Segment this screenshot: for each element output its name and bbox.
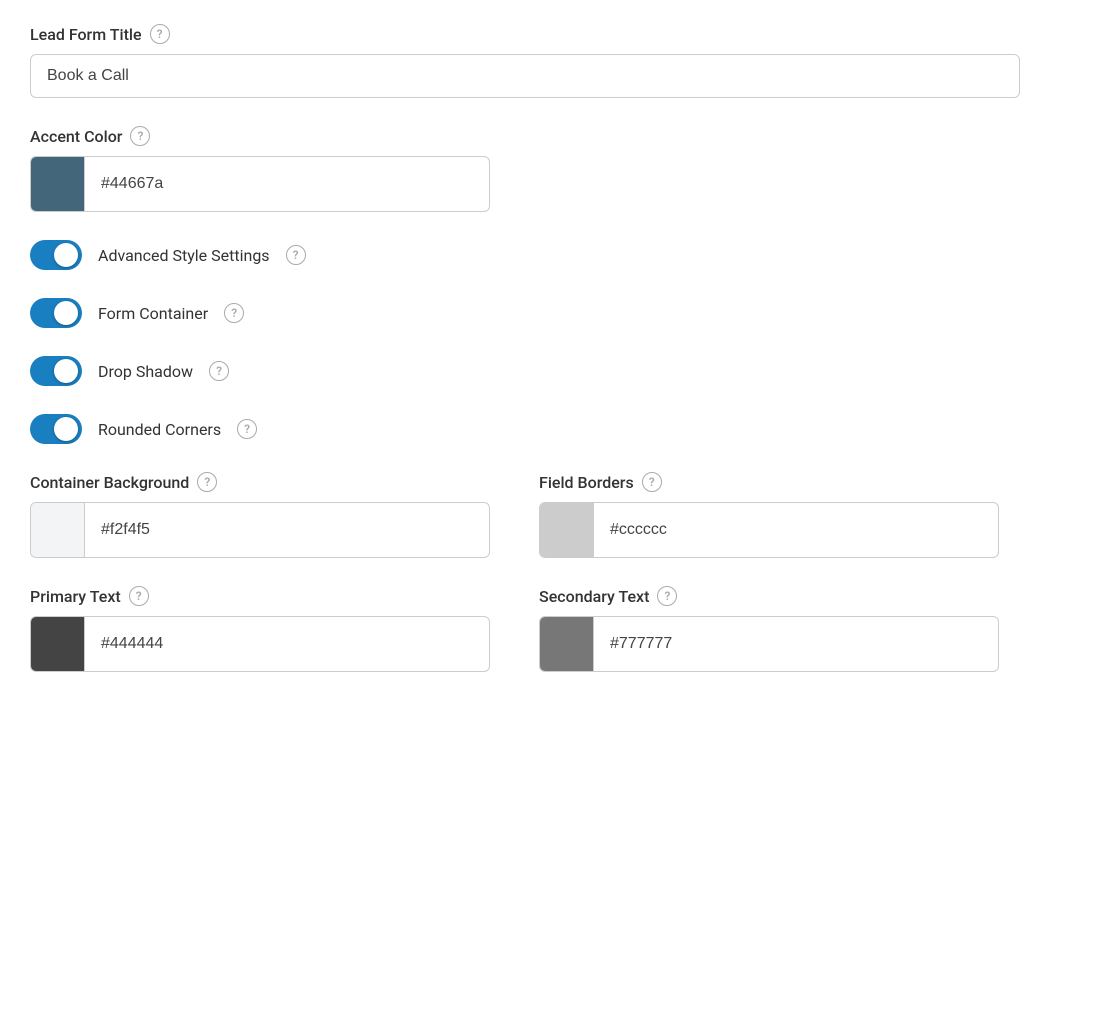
container-background-label-text: Container Background [30,473,189,492]
toggle-row-form-container: Form Container ? [30,298,1086,328]
container-background-label: Container Background ? [30,472,511,492]
lead-form-title-label-text: Lead Form Title [30,25,142,44]
field-borders-label: Field Borders ? [539,472,1020,492]
secondary-text-label-text: Secondary Text [539,587,649,606]
accent-color-help-icon[interactable]: ? [130,126,150,146]
toggle-rounded-corners-thumb [54,417,78,441]
toggle-drop-shadow-track[interactable] [30,356,82,386]
text-colors-row: Primary Text ? Secondary Text ? [30,586,1020,672]
field-borders-input-wrapper [539,502,999,558]
field-borders-help-icon[interactable]: ? [642,472,662,492]
primary-text-swatch[interactable] [31,617,85,671]
toggle-advanced-style-label: Advanced Style Settings [98,246,270,265]
toggle-advanced-style[interactable] [30,240,82,270]
lead-form-title-section: Lead Form Title ? [30,24,1086,98]
toggle-form-container-label: Form Container [98,304,208,323]
accent-color-label-text: Accent Color [30,127,122,146]
accent-color-input-wrapper [30,156,490,212]
toggles-section: Advanced Style Settings ? Form Container… [30,240,1086,444]
secondary-text-section: Secondary Text ? [539,586,1020,672]
lead-form-title-label: Lead Form Title ? [30,24,1086,44]
toggle-advanced-style-track[interactable] [30,240,82,270]
container-background-help-icon[interactable]: ? [197,472,217,492]
toggle-form-container[interactable] [30,298,82,328]
container-background-swatch[interactable] [31,503,85,557]
toggle-rounded-corners-track[interactable] [30,414,82,444]
accent-color-label: Accent Color ? [30,126,1086,146]
container-background-section: Container Background ? [30,472,511,558]
toggle-row-advanced-style: Advanced Style Settings ? [30,240,1086,270]
primary-text-input-wrapper [30,616,490,672]
field-borders-swatch[interactable] [540,503,594,557]
secondary-text-input-wrapper [539,616,999,672]
secondary-text-swatch[interactable] [540,617,594,671]
form-container-help-icon[interactable]: ? [224,303,244,323]
accent-color-swatch[interactable] [31,157,85,211]
toggle-form-container-track[interactable] [30,298,82,328]
advanced-style-help-icon[interactable]: ? [286,245,306,265]
field-borders-label-text: Field Borders [539,473,634,492]
primary-text-label-text: Primary Text [30,587,121,606]
container-background-text-input[interactable] [85,509,489,551]
toggle-rounded-corners-label: Rounded Corners [98,420,221,439]
accent-color-text-input[interactable] [85,163,489,205]
secondary-text-help-icon[interactable]: ? [657,586,677,606]
toggle-drop-shadow[interactable] [30,356,82,386]
spacer [30,558,1086,586]
container-background-input-wrapper [30,502,490,558]
field-borders-section: Field Borders ? [539,472,1020,558]
primary-text-label: Primary Text ? [30,586,511,606]
primary-text-help-icon[interactable]: ? [129,586,149,606]
toggle-form-container-thumb [54,301,78,325]
toggle-row-rounded-corners: Rounded Corners ? [30,414,1086,444]
toggle-advanced-style-thumb [54,243,78,267]
secondary-text-text-input[interactable] [594,623,998,665]
toggle-drop-shadow-label: Drop Shadow [98,362,193,381]
rounded-corners-help-icon[interactable]: ? [237,419,257,439]
accent-color-section: Accent Color ? [30,126,1086,212]
drop-shadow-help-icon[interactable]: ? [209,361,229,381]
bg-borders-row: Container Background ? Field Borders ? [30,472,1020,558]
lead-form-title-help-icon[interactable]: ? [150,24,170,44]
primary-text-text-input[interactable] [85,623,489,665]
lead-form-title-input[interactable] [30,54,1020,98]
secondary-text-label: Secondary Text ? [539,586,1020,606]
toggle-drop-shadow-thumb [54,359,78,383]
toggle-rounded-corners[interactable] [30,414,82,444]
toggle-row-drop-shadow: Drop Shadow ? [30,356,1086,386]
primary-text-section: Primary Text ? [30,586,511,672]
field-borders-text-input[interactable] [594,509,998,551]
